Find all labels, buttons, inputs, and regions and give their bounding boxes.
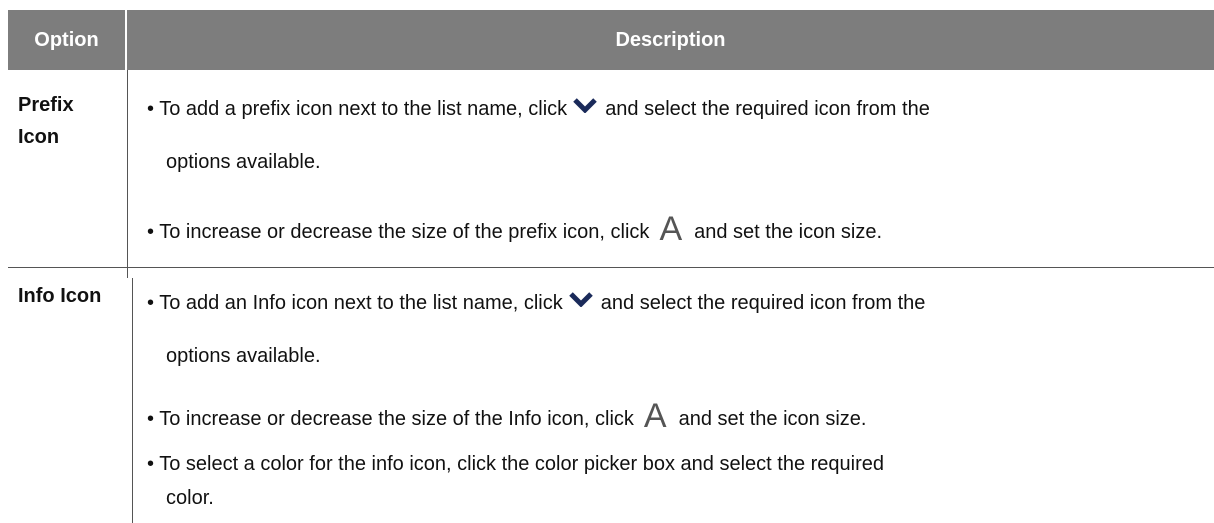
- list-item: • To increase or decrease the size of th…: [147, 397, 867, 435]
- list-item: • To select a color for the info icon, c…: [147, 453, 885, 475]
- header-description: Description: [127, 10, 1214, 70]
- list-item-continuation: color.: [166, 487, 214, 509]
- option-info-icon: Info Icon: [18, 285, 102, 307]
- row-divider: [8, 267, 1214, 268]
- chevron-down-icon: [568, 292, 593, 307]
- option-prefix-icon: Prefix Icon: [18, 94, 74, 148]
- header-option: Option: [8, 10, 125, 70]
- options-table: Option Description Prefix Icon Info Icon: [8, 10, 1214, 523]
- list-item: • To add a prefix icon next to the list …: [147, 98, 930, 120]
- column-divider: [132, 278, 133, 523]
- chevron-down-icon: [573, 98, 597, 113]
- list-item-continuation: options available.: [166, 345, 321, 367]
- font-size-icon: A: [659, 210, 683, 248]
- font-size-icon: A: [643, 397, 667, 435]
- column-divider: [127, 70, 128, 278]
- list-item-continuation: options available.: [166, 151, 321, 173]
- list-item: • To increase or decrease the size of th…: [147, 210, 883, 248]
- list-item: • To add an Info icon next to the list n…: [147, 292, 926, 314]
